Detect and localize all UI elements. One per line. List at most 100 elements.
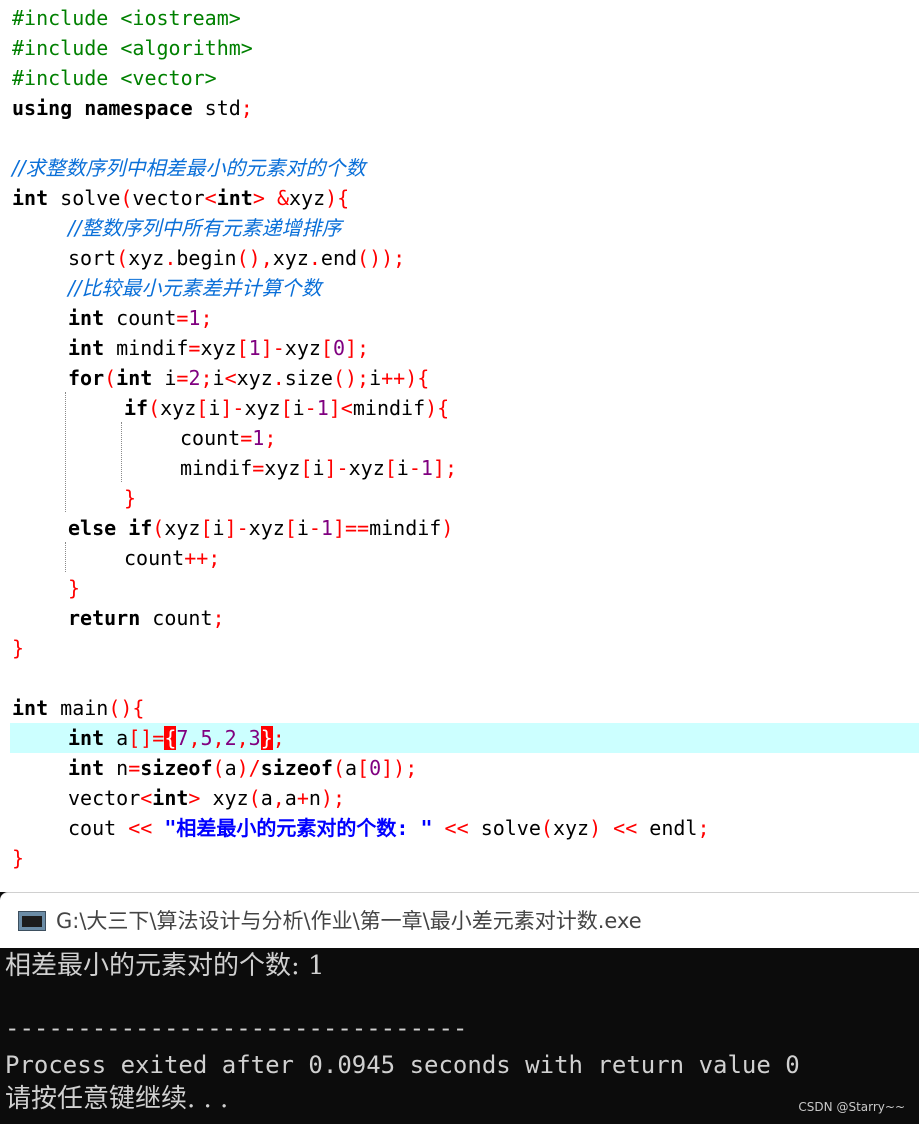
code-token: } [68, 576, 81, 600]
console-output-line: 相差最小的元素对的个数: 1 [5, 951, 325, 981]
code-token: cout [68, 816, 117, 840]
code-token: ]- [260, 336, 285, 360]
code-token: < [204, 186, 217, 210]
code-token: ( [248, 786, 261, 810]
code-token: xyz [284, 336, 321, 360]
code-token: << [432, 816, 481, 840]
code-line: } [124, 483, 136, 513]
code-token: mindif [104, 336, 189, 360]
code-token: - [408, 456, 421, 480]
code-token: . [272, 366, 285, 390]
code-token: using namespace [12, 96, 193, 120]
code-token: . [164, 246, 177, 270]
code-line: mindif=xyz[i]-xyz[i-1]; [180, 453, 457, 483]
code-line: int mindif=xyz[1]-xyz[0]; [68, 333, 369, 363]
code-token: xyz [248, 516, 285, 540]
code-token: [ [236, 336, 249, 360]
code-token: ]); [381, 756, 418, 780]
code-token: end [320, 246, 358, 270]
code-token: xyz [552, 816, 590, 840]
code-token: ; [272, 726, 285, 750]
code-token: , [236, 726, 249, 750]
code-token: xyz [164, 516, 201, 540]
code-token: xyz [288, 186, 326, 210]
code-line: count++; [124, 543, 220, 573]
code-token: > [188, 786, 201, 810]
code-token: 7 [176, 726, 189, 750]
code-token: 3 [248, 726, 261, 750]
code-token: int [68, 756, 105, 780]
code-token: } [12, 636, 25, 660]
matched-brace: } [260, 726, 273, 750]
code-token: , [272, 786, 285, 810]
code-token: = [128, 756, 141, 780]
code-line: //比较最小元素差并计算个数 [68, 273, 321, 303]
code-token: ) [441, 516, 454, 540]
code-token: [ [320, 336, 333, 360]
indent-guide [121, 422, 122, 482]
code-token: i [152, 366, 177, 390]
code-token: [ [284, 516, 297, 540]
code-token: xyz [348, 456, 385, 480]
code-line: return count; [68, 603, 225, 633]
code-token: 1 [248, 336, 261, 360]
console-exit-line: Process exited after 0.0945 seconds with… [5, 1051, 800, 1079]
code-token: i [369, 366, 382, 390]
code-token: a [284, 786, 297, 810]
code-token: a [224, 756, 237, 780]
code-token: #include <algorithm> [12, 36, 253, 60]
console-window-icon [18, 911, 46, 931]
code-token: << [601, 816, 650, 840]
code-token: solve [48, 186, 121, 210]
code-token: xyz [200, 336, 237, 360]
code-token: for [68, 366, 105, 390]
code-line: sort(xyz.begin(),xyz.end()); [68, 243, 405, 273]
code-token: ( [332, 756, 345, 780]
code-token: main [48, 696, 109, 720]
code-token: = [176, 366, 189, 390]
code-token: ++; [184, 546, 221, 570]
code-token: = [176, 306, 189, 330]
code-token: ( [104, 366, 117, 390]
code-line: #include <vector> [12, 63, 217, 93]
code-token: mindif [369, 516, 442, 540]
code-token: return [68, 606, 141, 630]
console-separator: -------------------------------- [5, 1014, 468, 1042]
code-token: xyz [236, 366, 273, 390]
code-token: xyz [264, 456, 301, 480]
code-token: solve [480, 816, 541, 840]
code-token: int [12, 696, 49, 720]
code-line: #include <iostream> [12, 3, 241, 33]
indent-guide [65, 392, 66, 512]
code-token: size [284, 366, 333, 390]
code-editor[interactable]: #include <iostream> #include <algorithm>… [0, 0, 919, 892]
code-token: i [296, 516, 309, 540]
code-line: cout << "相差最小的元素对的个数: " << solve(xyz) <<… [68, 813, 710, 843]
code-comment: //求整数序列中相差最小的元素对的个数 [12, 156, 366, 180]
code-token: count [180, 426, 241, 450]
code-comment: //整数序列中所有元素递增排序 [68, 216, 342, 240]
code-token: i [212, 516, 225, 540]
code-token: = [240, 426, 253, 450]
code-token: xyz [244, 396, 281, 420]
console-titlebar[interactable]: G:\大三下\算法设计与分析\作业\第一章\最小差元素对计数.exe [0, 892, 919, 948]
code-token: ]- [324, 456, 349, 480]
code-token: ()); [357, 246, 406, 270]
code-token: ( [212, 756, 225, 780]
matched-brace: { [164, 726, 177, 750]
code-token: xyz [272, 246, 309, 270]
code-token: endl [649, 816, 698, 840]
code-token: ]- [220, 396, 245, 420]
code-token: ; [264, 426, 277, 450]
console-title: G:\大三下\算法设计与分析\作业\第一章\最小差元素对计数.exe [56, 909, 642, 933]
code-token: 0 [369, 756, 382, 780]
code-token: count [104, 306, 177, 330]
code-token: n [104, 756, 129, 780]
console-window[interactable]: G:\大三下\算法设计与分析\作业\第一章\最小差元素对计数.exe 相差最小的… [0, 892, 919, 1124]
code-token: = [252, 456, 265, 480]
code-token: 1 [320, 516, 333, 540]
code-token: vector [132, 186, 205, 210]
code-token: ; [212, 606, 225, 630]
code-token: > [252, 186, 265, 210]
